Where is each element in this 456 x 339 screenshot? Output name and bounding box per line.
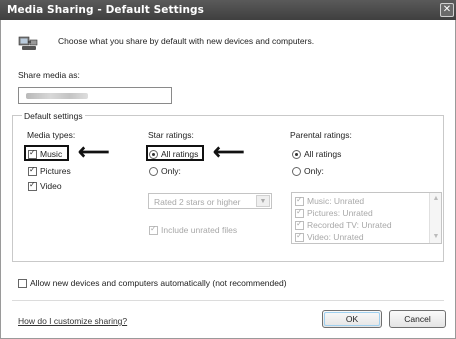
parental-only-radio[interactable] [292,166,301,176]
close-icon: ✕ [442,4,452,15]
music-highlight-box [24,145,69,161]
checkbox-allow-auto[interactable]: Allow new devices and computers automati… [18,278,287,288]
radio-star-only[interactable]: Only: [149,166,181,176]
parental-pictures-checkbox[interactable] [295,207,304,218]
list-item[interactable]: Recorded TV: Unrated [295,219,392,230]
media-sharing-icon [18,36,38,50]
include-unrated-label: Include unrated files [161,225,238,235]
star-all-highlight-box [146,145,204,161]
star-only-radio[interactable] [149,166,158,176]
parental-video-label: Video: Unrated [307,232,364,242]
title-bar: Media Sharing - Default Settings ✕ [0,0,456,20]
chevron-down-icon[interactable]: ▼ [256,195,270,207]
parental-music-label: Music: Unrated [307,196,365,206]
video-label: Video [40,181,62,191]
pictures-label: Pictures [40,166,71,176]
list-item[interactable]: Video: Unrated [295,231,364,242]
cancel-button[interactable]: Cancel [389,310,446,328]
share-media-label: Share media as: [18,70,80,80]
checkbox-video[interactable]: Video [28,180,62,191]
arrow-annotation-star: ⟵ [213,139,245,164]
parental-only-label: Only: [304,166,324,176]
obscured-name [26,93,88,99]
pictures-checkbox[interactable] [28,165,37,176]
parental-all-label: All ratings [304,149,342,159]
arrow-annotation-music: ⟵ [78,139,110,164]
ok-button-label: OK [345,314,359,324]
close-button[interactable]: ✕ [440,3,454,17]
parental-ratings-list[interactable]: Music: Unrated Pictures: Unrated Recorde… [291,192,442,244]
default-settings-legend: Default settings [22,111,85,121]
star-rating-dropdown-value: Rated 2 stars or higher [154,197,241,207]
parental-all-radio[interactable] [292,149,301,159]
header-description: Choose what you share by default with ne… [58,36,315,46]
include-unrated-checkbox[interactable] [149,224,158,235]
video-checkbox[interactable] [28,180,37,191]
window-title: Media Sharing - Default Settings [7,4,204,16]
list-item[interactable]: Pictures: Unrated [295,207,373,218]
ok-button[interactable]: OK [322,310,382,328]
parental-video-checkbox[interactable] [295,231,304,242]
star-only-label: Only: [161,166,181,176]
star-ratings-label: Star ratings: [148,130,194,140]
scroll-down-icon[interactable]: ▼ [431,232,441,242]
star-rating-dropdown[interactable]: Rated 2 stars or higher ▼ [148,193,272,209]
cancel-button-label: Cancel [404,314,431,324]
parental-music-checkbox[interactable] [295,195,304,206]
checkbox-include-unrated[interactable]: Include unrated files [149,224,238,235]
radio-parental-all[interactable]: All ratings [292,149,341,159]
help-link[interactable]: How do I customize sharing? [18,316,127,326]
allow-auto-checkbox[interactable] [18,278,27,288]
allow-auto-label: Allow new devices and computers automati… [30,278,287,288]
scroll-up-icon[interactable]: ▲ [431,194,441,204]
media-types-label: Media types: [27,130,76,140]
list-item[interactable]: Music: Unrated [295,195,365,206]
parental-ratings-label: Parental ratings: [290,130,352,140]
footer-separator [12,300,444,301]
parental-recorded-tv-label: Recorded TV: Unrated [307,220,392,230]
parental-recorded-tv-checkbox[interactable] [295,219,304,230]
checkbox-pictures[interactable]: Pictures [28,165,71,176]
share-media-input[interactable] [18,87,172,104]
radio-parental-only[interactable]: Only: [292,166,324,176]
parental-pictures-label: Pictures: Unrated [307,208,373,218]
list-scrollbar[interactable]: ▲ ▼ [429,193,441,243]
